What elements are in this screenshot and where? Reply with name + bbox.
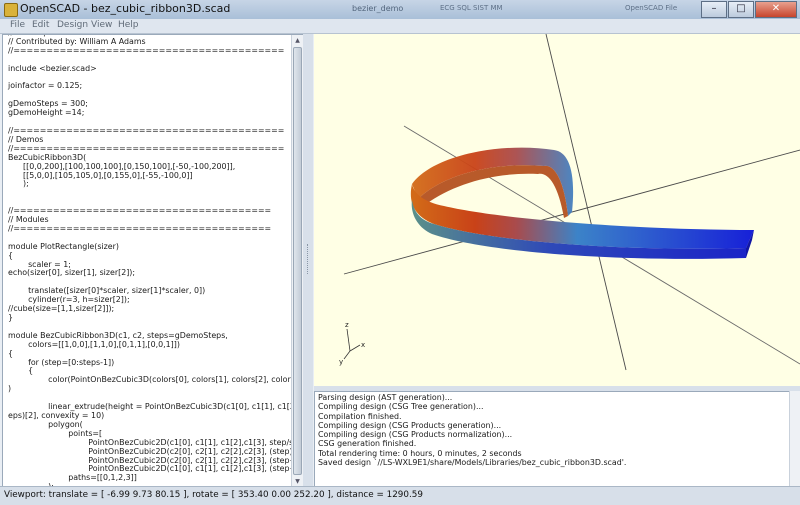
- render-canvas: z x y: [339, 34, 800, 371]
- background-window-text: ECG SQL SIST MM: [440, 4, 503, 12]
- maximize-button[interactable]: □: [728, 1, 754, 18]
- scrollbar-thumb[interactable]: [293, 47, 302, 475]
- background-window-text: OpenSCAD File: [625, 4, 678, 12]
- console-panel[interactable]: Parsing design (AST generation)... Compi…: [314, 391, 792, 488]
- axis-label-z: z: [345, 321, 349, 329]
- scroll-down-arrow-icon[interactable]: ▼: [293, 477, 302, 486]
- splitter-grip-icon: [307, 244, 310, 274]
- menu-design[interactable]: Design: [57, 20, 88, 30]
- console-log: Parsing design (AST generation)... Compi…: [318, 393, 626, 467]
- window-title: OpenSCAD - bez_cubic_ribbon3D.scad: [20, 2, 231, 15]
- close-button[interactable]: ✕: [755, 1, 797, 18]
- editor-scrollbar[interactable]: ▲ ▼: [291, 35, 303, 487]
- status-bar: Viewport: translate = [ -6.99 9.73 80.15…: [0, 486, 800, 505]
- vertical-splitter[interactable]: [303, 34, 313, 486]
- openscad-app-icon[interactable]: [4, 3, 18, 17]
- axis-label-x: x: [361, 341, 365, 349]
- console-scrollbar[interactable]: [789, 391, 800, 486]
- axis-label-y: y: [339, 358, 343, 366]
- console-line: Parsing design (AST generation)...: [318, 393, 453, 402]
- console-line: Saved design `//LS-WXL9E1/share/Models/L…: [318, 458, 627, 468]
- viewport-status: Viewport: translate = [ -6.99 9.73 80.15…: [4, 490, 423, 500]
- window-controls: – □ ✕: [700, 1, 797, 18]
- menu-view[interactable]: View: [91, 20, 112, 30]
- scroll-up-arrow-icon[interactable]: ▲: [293, 36, 302, 45]
- menu-bar: File Edit Design View Help: [0, 19, 800, 34]
- title-bar: OpenSCAD - bez_cubic_ribbon3D.scad bezie…: [0, 0, 800, 20]
- menu-help[interactable]: Help: [118, 20, 139, 30]
- menu-edit[interactable]: Edit: [32, 20, 49, 30]
- console-line: Compiling design (CSG Tree generation)..…: [318, 402, 484, 412]
- code-text[interactable]: // This is public Domain Code // Contrib…: [8, 35, 303, 487]
- menu-file[interactable]: File: [10, 20, 25, 30]
- minimize-button[interactable]: –: [701, 1, 727, 18]
- code-editor[interactable]: // This is public Domain Code // Contrib…: [2, 34, 304, 488]
- console-line: Compiling design (CSG Products normaliza…: [318, 430, 513, 440]
- console-line: Compilation finished.: [318, 411, 402, 421]
- 3d-viewport[interactable]: z x y: [314, 34, 800, 386]
- console-line: Total rendering time: 0 hours, 0 minutes…: [318, 448, 522, 458]
- console-line: CSG generation finished.: [318, 439, 417, 449]
- background-window-title: bezier_demo: [352, 4, 404, 13]
- console-line: Compiling design (CSG Products generatio…: [318, 420, 502, 430]
- z-axis-line: [545, 34, 627, 371]
